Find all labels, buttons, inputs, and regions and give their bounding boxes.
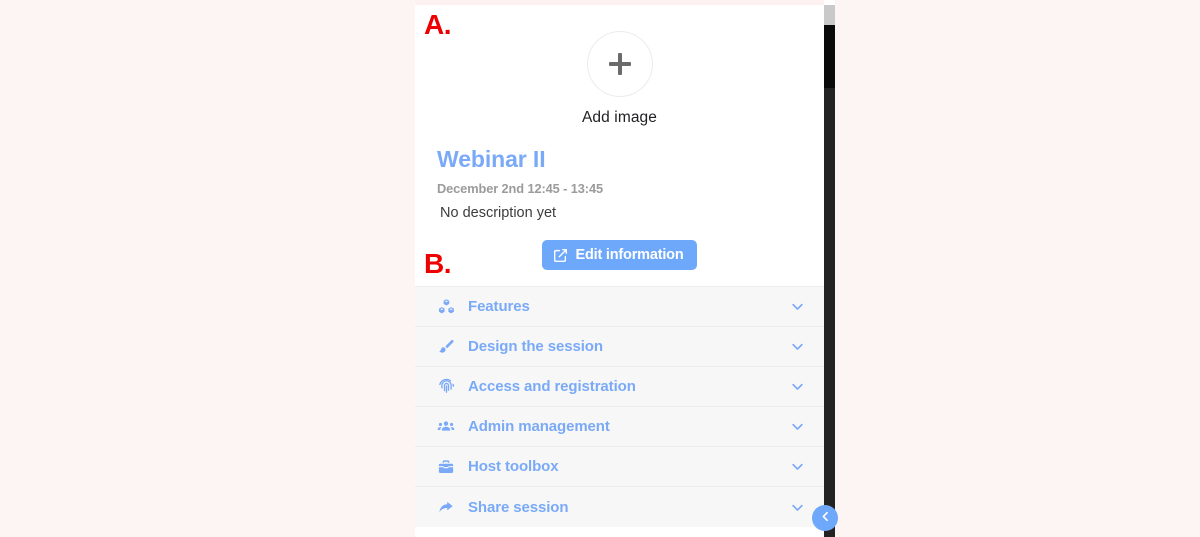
session-description: No description yet xyxy=(440,205,557,222)
annotation-marker-a: A. xyxy=(424,9,452,40)
share-arrow-icon xyxy=(435,497,457,517)
fingerprint-icon xyxy=(435,377,457,397)
accordion-item-features[interactable]: Features xyxy=(415,287,824,327)
chevron-left-icon xyxy=(819,510,832,526)
plus-icon xyxy=(608,53,631,75)
edit-information-row: Edit information xyxy=(437,240,802,288)
edit-pencil-square-icon xyxy=(553,248,568,263)
accordion-label: Features xyxy=(468,298,530,315)
session-datetime: December 2nd 12:45 - 13:45 xyxy=(437,181,603,197)
chevron-down-icon[interactable] xyxy=(788,339,806,354)
users-group-icon xyxy=(435,417,457,437)
chevron-down-icon[interactable] xyxy=(788,500,806,515)
edit-information-label: Edit information xyxy=(575,247,684,264)
edit-information-button[interactable]: Edit information xyxy=(541,240,698,271)
add-image-area[interactable]: Add image xyxy=(437,31,802,127)
session-settings-panel: Add image Webinar II December 2nd 12:45 … xyxy=(415,0,835,537)
accordion-label: Admin management xyxy=(468,418,610,435)
settings-accordion: Features Design the session Access and r… xyxy=(415,286,824,527)
panel-scrollbar-track-lower[interactable] xyxy=(824,88,835,537)
accordion-item-access-and-registration[interactable]: Access and registration xyxy=(415,367,824,407)
panel-scrollbar[interactable] xyxy=(824,0,835,537)
accordion-item-host-toolbox[interactable]: Host toolbox xyxy=(415,447,824,487)
accordion-label: Share session xyxy=(468,498,569,516)
accordion-label: Host toolbox xyxy=(468,458,559,475)
accordion-item-admin-management[interactable]: Admin management xyxy=(415,407,824,447)
paint-brush-icon xyxy=(435,337,457,357)
chevron-down-icon[interactable] xyxy=(788,299,806,314)
toolbox-icon xyxy=(435,457,457,477)
session-title: Webinar II xyxy=(437,146,546,172)
chevron-down-icon[interactable] xyxy=(788,419,806,434)
add-image-label: Add image xyxy=(581,109,657,126)
session-info-block: Add image Webinar II December 2nd 12:45 … xyxy=(415,5,824,289)
accordion-label: Access and registration xyxy=(468,378,636,395)
accordion-label: Design the session xyxy=(468,338,603,355)
chevron-down-icon[interactable] xyxy=(788,379,806,394)
accordion-item-design-the-session[interactable]: Design the session xyxy=(415,327,824,367)
accordion-item-share-session[interactable]: Share session xyxy=(415,487,824,527)
panel-scrollbar-thumb[interactable] xyxy=(824,5,835,25)
annotation-marker-b: B. xyxy=(424,248,452,279)
collapse-panel-button[interactable] xyxy=(812,505,838,531)
add-image-button[interactable] xyxy=(586,31,653,97)
cubes-icon xyxy=(435,297,457,317)
chevron-down-icon[interactable] xyxy=(788,459,806,474)
